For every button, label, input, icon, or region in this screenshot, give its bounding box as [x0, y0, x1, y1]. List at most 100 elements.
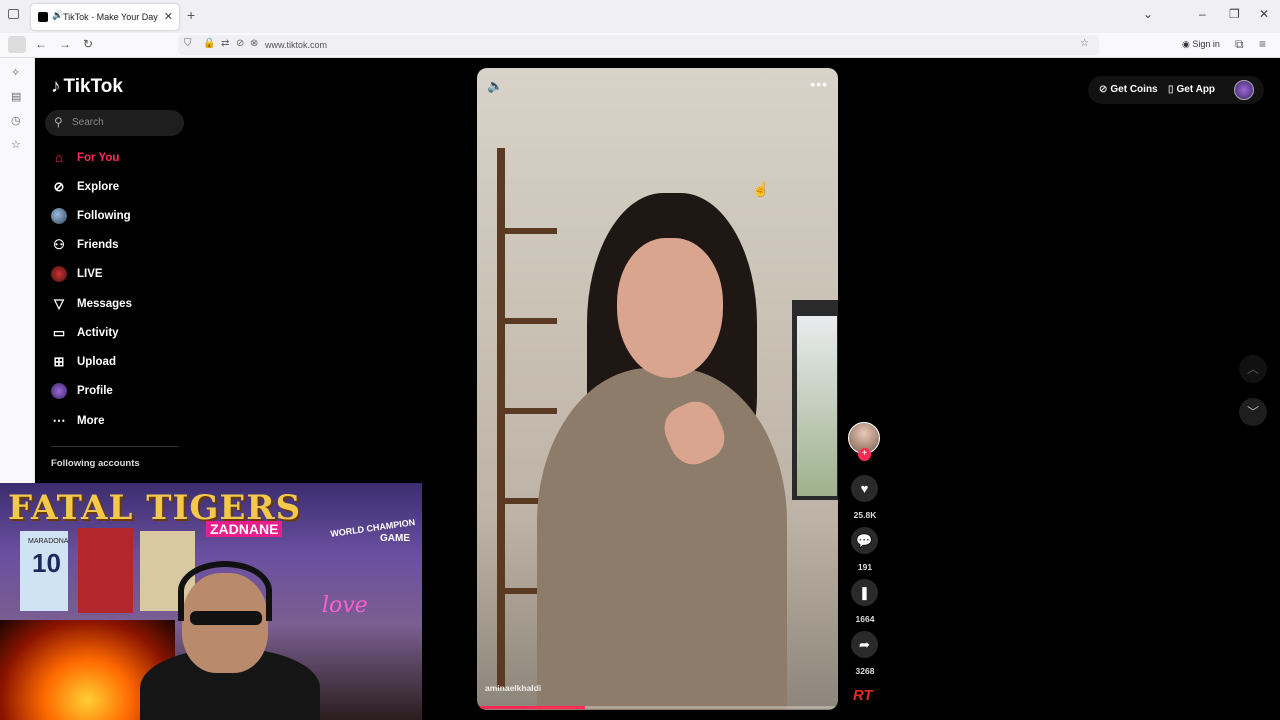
video-progress-bar[interactable]: [477, 706, 838, 709]
menu-item-label: Explore: [77, 181, 120, 193]
volume-icon[interactable]: 🔈: [487, 78, 503, 94]
restore-icon[interactable]: ❐: [1229, 7, 1240, 21]
lock-icon[interactable]: 🔒: [203, 38, 215, 49]
close-tab-icon[interactable]: ✕: [164, 10, 173, 23]
browser-sidebar: ✧ ▤ ◷ ☆: [0, 58, 35, 483]
send-icon: ▽: [54, 296, 64, 311]
menu-item-live[interactable]: LIVE: [51, 263, 191, 287]
sunglasses: [190, 611, 262, 625]
follow-plus-icon[interactable]: +: [858, 448, 871, 461]
tiktok-logo[interactable]: ♪ TikTok: [51, 76, 123, 98]
search-placeholder: Search: [72, 117, 104, 128]
comment-icon[interactable]: 💬: [851, 527, 878, 554]
upload-icon: ⊞: [53, 354, 65, 369]
jersey-number: 10: [32, 548, 61, 578]
get-app-button[interactable]: ▯ Get App: [1168, 84, 1215, 95]
next-video-chevron-down-icon[interactable]: ﹀: [1239, 398, 1267, 426]
menu-item-label: Activity: [77, 327, 119, 339]
comment-count: 191: [857, 562, 873, 572]
menu-item-upload[interactable]: ⊞ Upload: [51, 351, 191, 375]
synced-tabs-icon[interactable]: ▤: [11, 90, 21, 103]
back-icon[interactable]: ←: [35, 37, 47, 51]
user-avatar[interactable]: [1234, 80, 1254, 100]
rt-watermark: RT: [853, 687, 873, 704]
live-avatar-icon: [51, 266, 67, 282]
friends-icon: ⚇: [53, 237, 65, 252]
following-accounts-heading: Following accounts: [51, 458, 140, 469]
reload-icon[interactable]: ↻: [83, 37, 93, 51]
streamer-webcam-overlay: MARADONA 10 FATAL TIGERS ZADNANE WORLD C…: [0, 483, 422, 720]
list-all-tabs-icon[interactable]: ⌄: [1143, 7, 1153, 21]
coin-icon: ⊘: [1099, 84, 1108, 95]
home-icon: ⌂: [55, 150, 63, 165]
more-options-icon[interactable]: •••: [810, 76, 828, 92]
share-count: 3268: [855, 666, 875, 676]
jersey-name: MARADONA: [28, 538, 69, 545]
video-username[interactable]: aminaelkhaldi: [485, 683, 541, 693]
menu-item-label: More: [77, 415, 105, 427]
video-player[interactable]: 🔈 ••• aminaelkhaldi: [477, 68, 838, 710]
nav-bar: ← → ↻ ⛉ 🔒 ⇄ ⊘ ⊗ www.tiktok.com ☆ ◉ Sign …: [0, 33, 1280, 58]
top-right-actions: ⊘ Get Coins ▯ Get App: [1088, 76, 1264, 104]
menu-item-activity[interactable]: ▭ Activity: [51, 322, 191, 346]
permissions-icon[interactable]: ⇄: [221, 38, 229, 49]
url-bar[interactable]: ⛉ 🔒 ⇄ ⊘ ⊗ www.tiktok.com ☆: [178, 35, 1099, 55]
compass-icon: ⊘: [53, 179, 65, 194]
forward-icon[interactable]: →: [59, 37, 71, 51]
menu-item-label: Profile: [77, 385, 113, 397]
like-count: 25.8K: [853, 510, 877, 520]
menu-item-label: LIVE: [77, 268, 103, 280]
browser-chrome: 🔊 TikTok - Make Your Day ✕ + ⌄ – ❐ ✕ ← →…: [0, 0, 1280, 58]
close-window-icon[interactable]: ✕: [1259, 7, 1269, 21]
ai-sparkle-icon[interactable]: ✧: [11, 66, 20, 79]
share-arrow-icon[interactable]: ➦: [851, 631, 878, 658]
menu-item-label: Messages: [77, 298, 132, 310]
menu-item-more[interactable]: ⋯ More: [51, 410, 191, 434]
extensions-icon[interactable]: ⧉: [1235, 37, 1244, 52]
tab-bar: 🔊 TikTok - Make Your Day ✕ + ⌄ – ❐ ✕: [0, 0, 1280, 33]
shield-icon[interactable]: ⛉: [184, 38, 192, 49]
like-heart-icon[interactable]: ♥: [851, 475, 878, 502]
search-input[interactable]: ⚲ Search: [45, 110, 184, 136]
previous-video-chevron-up-icon[interactable]: ︿: [1239, 355, 1267, 383]
menu-item-label: Following: [77, 210, 131, 222]
bookmark-icon[interactable]: ❚: [851, 579, 878, 606]
account-icon: ◉: [1182, 39, 1193, 49]
get-coins-label: Get Coins: [1110, 84, 1158, 95]
url-text: www.tiktok.com: [265, 40, 328, 50]
browser-tab[interactable]: 🔊 TikTok - Make Your Day ✕: [31, 4, 179, 30]
history-icon[interactable]: ◷: [11, 114, 21, 127]
logo-text: TikTok: [63, 76, 123, 97]
minimize-icon[interactable]: –: [1199, 7, 1206, 21]
webcam-sign-game: GAME: [380, 533, 410, 544]
menu-item-following[interactable]: Following: [51, 205, 191, 229]
tiktok-favicon-icon: [38, 12, 48, 22]
profile-avatar-icon: [51, 383, 67, 399]
webcam-neon-love: love: [322, 593, 368, 618]
menu-item-label: Friends: [77, 239, 119, 251]
menu-item-explore[interactable]: ⊘ Explore: [51, 176, 191, 200]
activity-icon: ▭: [52, 325, 66, 340]
bookmark-star-icon[interactable]: ☆: [1080, 38, 1089, 49]
sidebar-toggle-icon[interactable]: [8, 36, 26, 53]
avatar-icon: [51, 208, 67, 224]
tab-list-icon[interactable]: [8, 9, 19, 19]
get-coins-button[interactable]: ⊘ Get Coins: [1099, 84, 1158, 95]
camera-blocked-icon[interactable]: ⊘: [236, 38, 244, 49]
save-count: 1664: [855, 614, 875, 624]
speaker-icon[interactable]: 🔊: [52, 10, 63, 21]
menu-item-label: Upload: [77, 356, 116, 368]
new-tab-icon[interactable]: +: [187, 7, 195, 23]
menu-item-friends[interactable]: ⚇ Friends: [51, 234, 191, 258]
mic-blocked-icon[interactable]: ⊗: [250, 38, 258, 49]
menu-item-messages[interactable]: ▽ Messages: [51, 293, 191, 317]
sign-in-button[interactable]: ◉ Sign in: [1182, 39, 1220, 50]
video-progress-fill: [477, 706, 586, 709]
menu-item-profile[interactable]: Profile: [51, 380, 191, 404]
menu-item-for-you[interactable]: ⌂ For You: [51, 147, 191, 171]
video-face: [617, 238, 723, 378]
menu-icon[interactable]: ≡: [1259, 37, 1266, 51]
more-icon: ⋯: [52, 413, 66, 428]
phone-icon: ▯: [1168, 84, 1174, 95]
bookmarks-icon[interactable]: ☆: [11, 138, 21, 151]
